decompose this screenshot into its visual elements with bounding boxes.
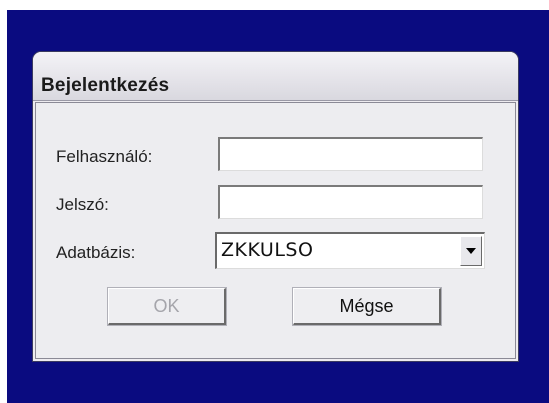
dialog-titlebar[interactable]: Bejelentkezés <box>33 52 518 101</box>
ok-button[interactable]: OK <box>108 288 226 325</box>
username-label: Felhasználó: <box>56 147 153 166</box>
password-field[interactable] <box>218 185 483 219</box>
login-dialog: Bejelentkezés Felhasználó: Jelszó: Adatb… <box>33 52 518 361</box>
cancel-button[interactable]: Mégse <box>293 288 441 325</box>
database-select-value: ZKKULSO <box>221 239 314 261</box>
username-field[interactable] <box>218 137 483 171</box>
dialog-title: Bejelentkezés <box>41 75 170 96</box>
password-label: Jelszó: <box>56 195 109 214</box>
database-dropdown-button[interactable] <box>460 236 482 266</box>
database-label: Adatbázis: <box>56 243 136 262</box>
chevron-down-icon <box>466 248 476 254</box>
database-select[interactable]: ZKKULSO <box>215 232 485 269</box>
